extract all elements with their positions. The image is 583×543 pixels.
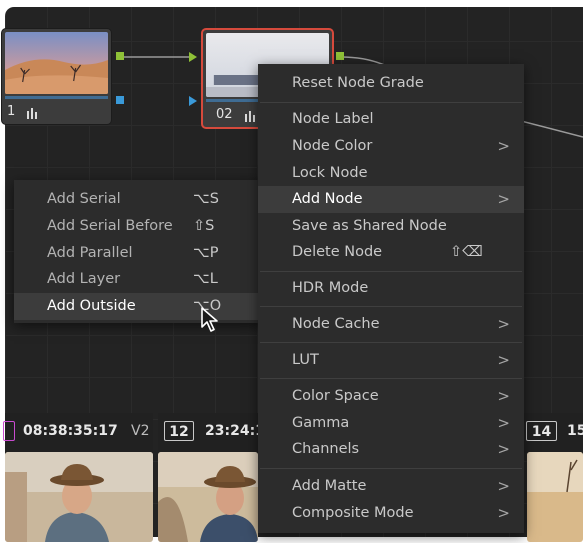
delete-node-item[interactable]: Delete Node ⇧⌫ (258, 239, 524, 266)
lock-node-item[interactable]: Lock Node (258, 160, 524, 187)
reset-node-grade-item[interactable]: Reset Node Grade (258, 70, 524, 97)
menu-item-label: HDR Mode (292, 280, 369, 296)
chevron-right-icon: > (497, 315, 510, 333)
node-context-menu: Reset Node Grade Node Label Node Color > … (258, 64, 524, 533)
rgb-output-port[interactable] (336, 52, 344, 60)
add-layer-item[interactable]: Add Layer ⌥L (14, 266, 264, 293)
node-status-bar (5, 96, 108, 99)
clip-timecode: 23:24:1 (205, 423, 265, 439)
composite-mode-item[interactable]: Composite Mode > (258, 500, 524, 527)
add-matte-item[interactable]: Add Matte > (258, 473, 524, 500)
chevron-right-icon: > (497, 190, 510, 208)
timeline-clip-thumbnail[interactable] (527, 452, 583, 542)
rgb-output-port[interactable] (116, 52, 124, 60)
menu-item-label: Node Cache (292, 316, 380, 332)
menu-item-label: Node Label (292, 111, 374, 127)
chevron-right-icon: > (497, 387, 510, 405)
chevron-right-icon: > (497, 414, 510, 432)
clip-number-badge (3, 421, 15, 441)
hdr-mode-item[interactable]: HDR Mode (258, 275, 524, 302)
menu-item-label: Reset Node Grade (292, 75, 424, 91)
menu-item-label: Add Node (292, 191, 363, 207)
node-color-item[interactable]: Node Color > (258, 133, 524, 160)
menu-divider (260, 342, 522, 343)
menu-item-label: Save as Shared Node (292, 218, 447, 234)
menu-divider (260, 468, 522, 469)
clip-timecode: 08:38:35:17 (23, 423, 118, 439)
menu-item-label: Add Parallel (47, 245, 133, 261)
timeline-clip-thumbnail[interactable] (5, 452, 153, 542)
shortcut-label: ⌥S (193, 191, 219, 207)
menu-item-label: LUT (292, 352, 319, 368)
lut-item[interactable]: LUT > (258, 347, 524, 374)
histogram-icon (27, 108, 37, 119)
clip-number-badge: 14 (526, 421, 557, 441)
menu-item-label: Channels (292, 441, 360, 457)
chevron-right-icon: > (497, 504, 510, 522)
menu-item-label: Add Layer (47, 271, 121, 287)
chevron-right-icon: > (497, 351, 510, 369)
save-as-shared-node-item[interactable]: Save as Shared Node (258, 213, 524, 240)
chevron-right-icon: > (497, 477, 510, 495)
add-node-item[interactable]: Add Node > (258, 186, 524, 213)
menu-item-label: Gamma (292, 415, 350, 431)
shortcut-label: ⌥P (193, 245, 219, 261)
alpha-output-port[interactable] (116, 96, 124, 104)
node-label: 02 (216, 107, 233, 122)
menu-item-label: Add Serial Before (47, 218, 173, 234)
shortcut-label: ⇧⌫ (450, 244, 483, 260)
menu-divider (260, 102, 522, 103)
chevron-right-icon: > (497, 440, 510, 458)
menu-item-label: Color Space (292, 388, 379, 404)
screenshot: 1 02 08:38:35:17 V2 12 23:24:1 14 15 Add… (0, 0, 583, 543)
menu-item-label: Delete Node (292, 244, 383, 260)
alpha-input-port[interactable] (189, 96, 197, 106)
menu-item-label: Node Color (292, 138, 373, 154)
add-outside-item[interactable]: Add Outside ⌥O (14, 293, 264, 320)
node-label-item[interactable]: Node Label (258, 106, 524, 133)
chevron-right-icon: > (497, 137, 510, 155)
color-space-item[interactable]: Color Space > (258, 383, 524, 410)
menu-divider (260, 271, 522, 272)
menu-item-label: Composite Mode (292, 505, 414, 521)
shortcut-label: ⇧S (193, 218, 215, 234)
menu-item-label: Add Matte (292, 478, 367, 494)
menu-item-label: Add Outside (47, 298, 136, 314)
clip-track: V2 (131, 423, 150, 439)
menu-divider (260, 306, 522, 307)
menu-item-label: Add Serial (47, 191, 121, 207)
menu-item-label: Lock Node (292, 165, 368, 181)
node-cache-item[interactable]: Node Cache > (258, 311, 524, 338)
channels-item[interactable]: Channels > (258, 436, 524, 463)
histogram-icon (245, 111, 255, 122)
timeline-clip-thumbnail[interactable] (158, 452, 258, 542)
gamma-item[interactable]: Gamma > (258, 410, 524, 437)
add-serial-before-item[interactable]: Add Serial Before ⇧S (14, 213, 264, 240)
clip-timecode: 15 (567, 423, 583, 439)
add-parallel-item[interactable]: Add Parallel ⌥P (14, 240, 264, 267)
rgb-input-port[interactable] (189, 52, 197, 62)
node-label: 1 (7, 104, 16, 119)
node-thumbnail (5, 32, 108, 94)
clip-number-badge: 12 (164, 421, 194, 441)
mouse-cursor-icon (201, 307, 218, 332)
menu-divider (260, 378, 522, 379)
add-serial-item[interactable]: Add Serial ⌥S (14, 186, 264, 213)
node-01[interactable]: 1 (1, 28, 112, 125)
shortcut-label: ⌥L (193, 271, 218, 287)
add-node-submenu: Add Serial ⌥S Add Serial Before ⇧S Add Par… (14, 180, 264, 323)
